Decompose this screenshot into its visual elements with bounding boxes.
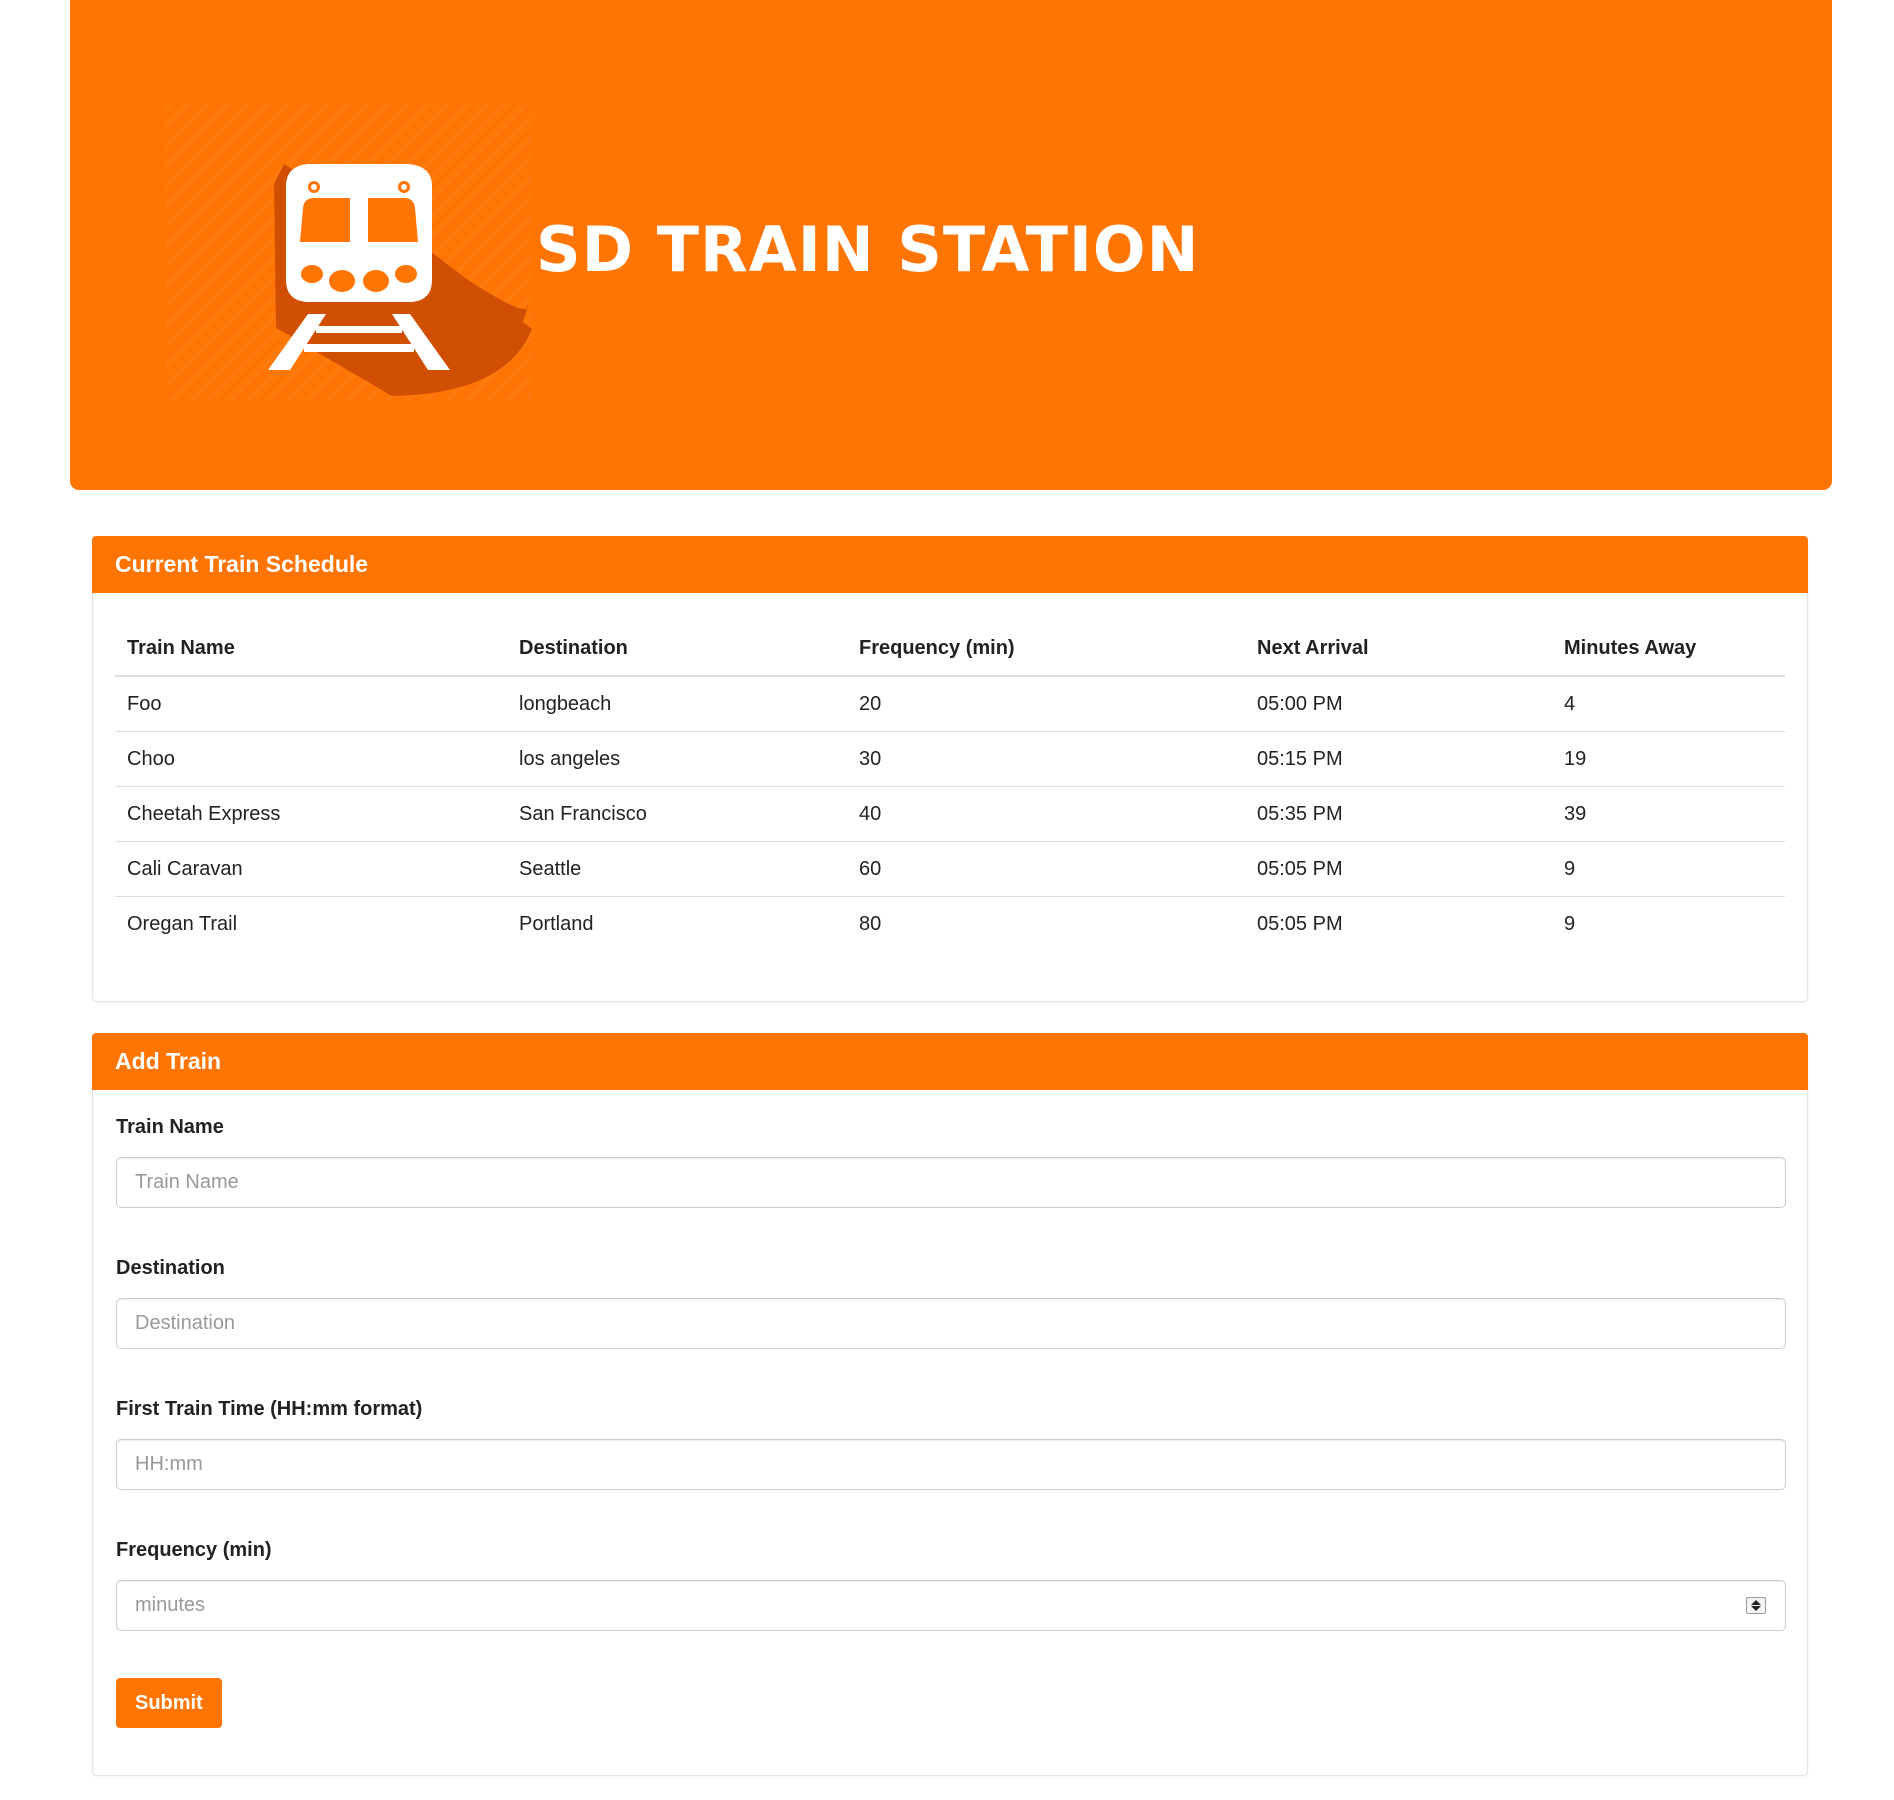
first-train-time-input[interactable]: [116, 1439, 1786, 1490]
cell-frequency: 20: [859, 692, 882, 715]
frequency-label: Frequency (min): [116, 1539, 272, 1561]
cell-minutes-away: 9: [1552, 841, 1785, 897]
destination-group: Destination: [116, 1255, 1786, 1349]
cell-next-arrival: 05:35 PM: [1245, 786, 1552, 842]
cell-train-name: Cali Caravan: [115, 841, 507, 897]
add-train-panel-heading: Add Train: [92, 1033, 1808, 1090]
add-train-panel: Add Train Train Name Destination First T…: [92, 1033, 1808, 1776]
spinner-up-icon[interactable]: [1751, 1600, 1761, 1605]
add-train-form: Train Name Destination First Train Time …: [93, 1090, 1807, 1728]
destination-input[interactable]: [116, 1298, 1786, 1349]
cell-minutes-away: 39: [1552, 786, 1785, 842]
cell-train-name: Foo: [127, 692, 162, 715]
schedule-panel-heading: Current Train Schedule: [92, 536, 1808, 593]
schedule-panel: Current Train Schedule Train Name Destin…: [92, 536, 1808, 1002]
cell-train-name: Choo: [115, 731, 507, 787]
column-header-minutes-away: Minutes Away: [1552, 621, 1785, 677]
cell-destination: longbeach: [519, 692, 612, 715]
table-row: Oregan Trail Portland 80 05:05 PM 9: [115, 896, 1785, 951]
cell-frequency: 30: [847, 731, 1245, 787]
cell-minutes-away: 4: [1564, 692, 1576, 715]
table-row: Foo longbeach 20 05:00 PM 4: [115, 676, 1785, 732]
spinner-down-icon[interactable]: [1751, 1606, 1761, 1611]
cell-destination: los angeles: [507, 731, 847, 787]
submit-button[interactable]: Submit: [116, 1678, 222, 1728]
cell-frequency: 80: [847, 896, 1245, 951]
cell-next-arrival: 05:05 PM: [1245, 896, 1552, 951]
cell-next-arrival: 05:00 PM: [1257, 692, 1343, 715]
column-header-train-name: Train Name: [115, 621, 507, 677]
cell-train-name: Cheetah Express: [115, 786, 507, 842]
header-banner: SD TRAIN STATION: [70, 0, 1832, 490]
table-row: Choo los angeles 30 05:15 PM 19: [115, 731, 1785, 787]
cell-frequency: 40: [847, 786, 1245, 842]
cell-minutes-away: 19: [1552, 731, 1785, 787]
column-header-destination: Destination: [507, 621, 847, 677]
page: SD TRAIN STATION Current Train Schedule …: [0, 0, 1894, 1800]
first-train-time-label: First Train Time (HH:mm format): [116, 1398, 423, 1420]
cell-destination: San Francisco: [507, 786, 847, 842]
frequency-input-wrap: [116, 1580, 1786, 1631]
table-row: Cali Caravan Seattle 60 05:05 PM 9: [115, 841, 1785, 897]
frequency-group: Frequency (min): [116, 1537, 1786, 1631]
schedule-table: Train Name Destination Frequency (min) N…: [115, 621, 1785, 951]
cell-minutes-away: 9: [1552, 896, 1785, 951]
cell-next-arrival: 05:15 PM: [1245, 731, 1552, 787]
first-train-time-group: First Train Time (HH:mm format): [116, 1396, 1786, 1490]
table-row: Cheetah Express San Francisco 40 05:35 P…: [115, 786, 1785, 842]
destination-label: Destination: [116, 1257, 225, 1279]
column-header-next-arrival: Next Arrival: [1245, 621, 1552, 677]
table-header-row: Train Name Destination Frequency (min) N…: [115, 621, 1785, 677]
train-name-label: Train Name: [116, 1116, 224, 1138]
cell-train-name: Oregan Trail: [115, 896, 507, 951]
schedule-table-wrap: Train Name Destination Frequency (min) N…: [93, 593, 1807, 951]
column-header-frequency: Frequency (min): [847, 621, 1245, 677]
cell-destination: Portland: [507, 896, 847, 951]
train-name-group: Train Name: [116, 1114, 1786, 1208]
cell-next-arrival: 05:05 PM: [1245, 841, 1552, 897]
cell-frequency: 60: [847, 841, 1245, 897]
site-title: SD TRAIN STATION: [536, 213, 1200, 286]
train-name-input[interactable]: [116, 1157, 1786, 1208]
number-spinner-icon[interactable]: [1746, 1597, 1766, 1614]
frequency-input[interactable]: [116, 1580, 1786, 1631]
train-icon: [166, 104, 532, 400]
cell-destination: Seattle: [507, 841, 847, 897]
